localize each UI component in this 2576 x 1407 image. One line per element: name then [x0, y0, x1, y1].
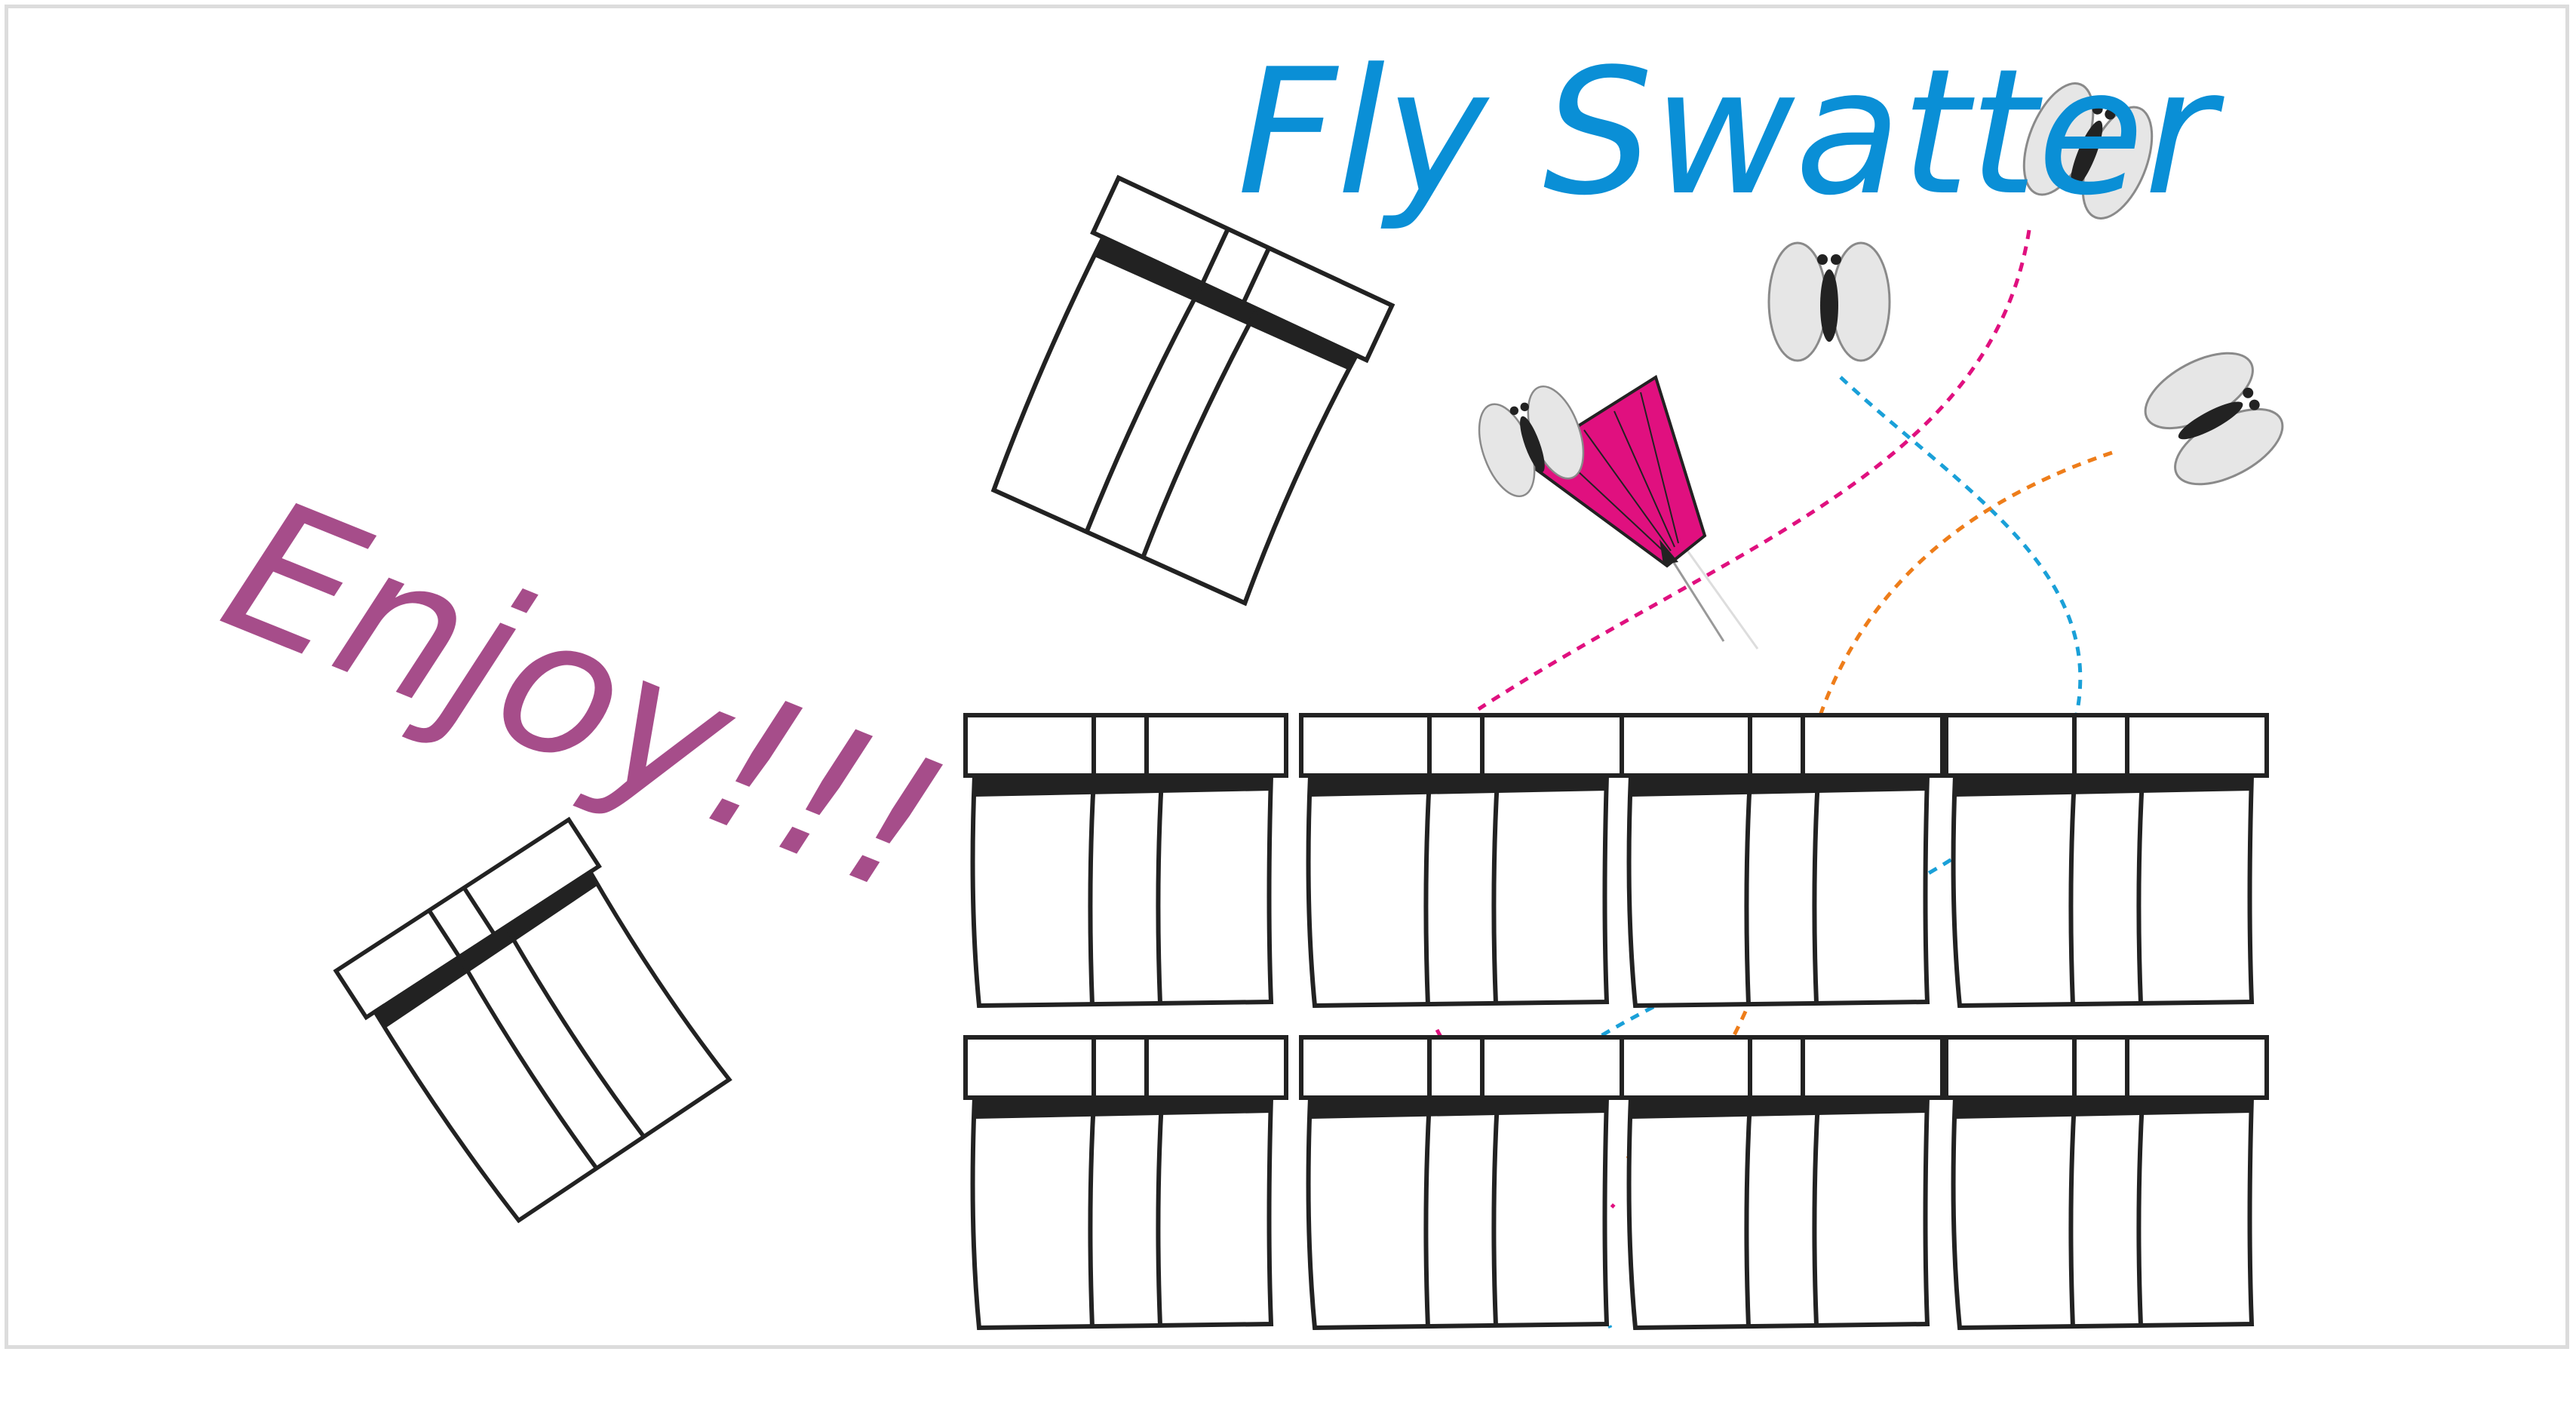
gift-box-r1-c3[interactable] — [1622, 715, 1942, 1006]
gift-box-r2-c3[interactable] — [1622, 1037, 1942, 1328]
gift-box-r2-c1[interactable] — [966, 1037, 1286, 1328]
gift-box-r1-c2[interactable] — [1301, 715, 1622, 1006]
gift-grid — [966, 715, 2267, 1328]
gift-box-r2-c2[interactable] — [1301, 1037, 1622, 1328]
game-canvas[interactable]: Fly Swatter Enjoy!!! — [0, 0, 2576, 1407]
fly-icon-3[interactable] — [2132, 336, 2295, 501]
game-stage[interactable]: Fly Swatter Enjoy!!! — [0, 0, 2576, 1407]
fly-icon-2[interactable] — [1767, 241, 1891, 362]
gift-box-r2-c4[interactable] — [1946, 1037, 2267, 1328]
gift-box-r1-c4[interactable] — [1946, 715, 2267, 1006]
flying-gift-box-top[interactable] — [977, 178, 1392, 610]
gift-box-r1-c1[interactable] — [966, 715, 1286, 1006]
flying-gift-box-left[interactable] — [336, 819, 737, 1230]
game-title: Fly Swatter — [1237, 32, 2224, 234]
